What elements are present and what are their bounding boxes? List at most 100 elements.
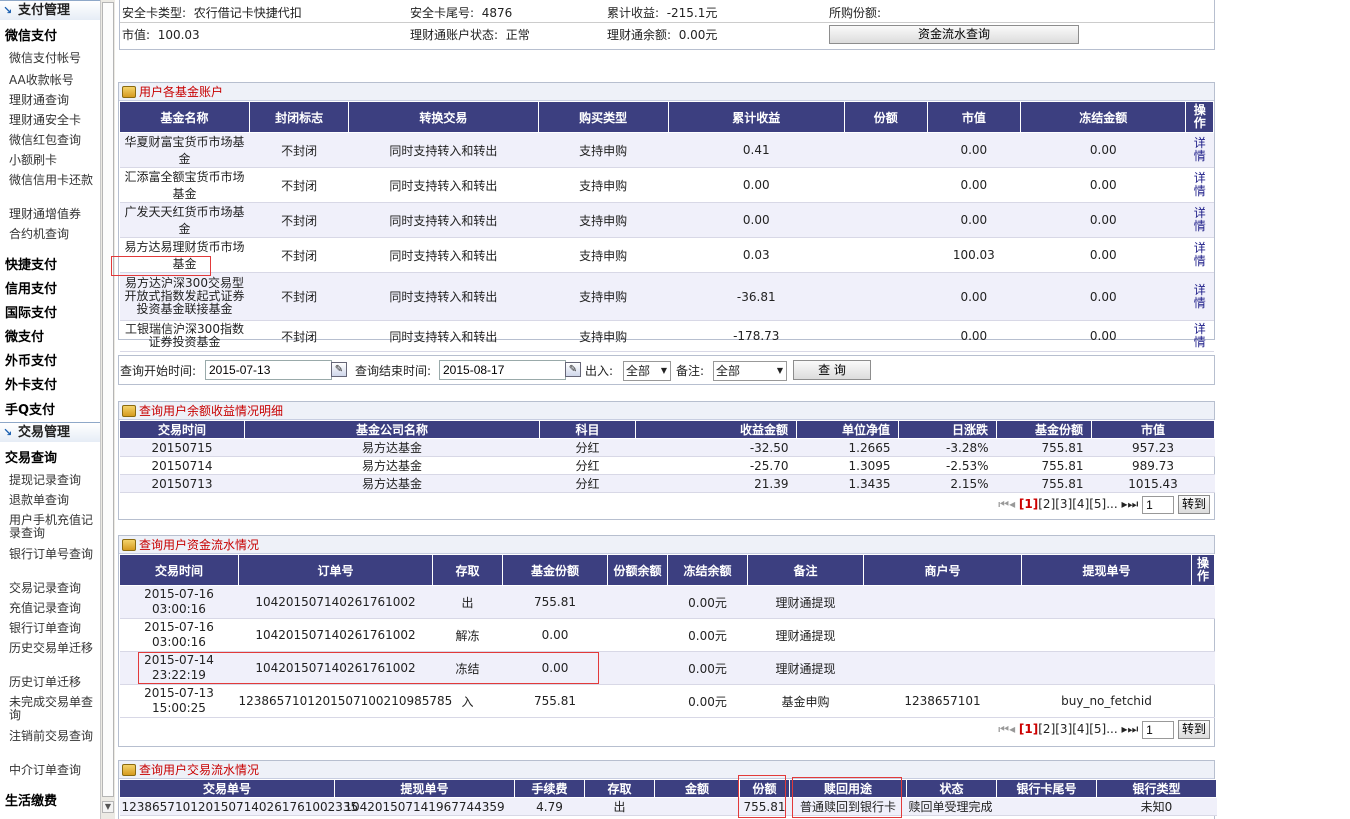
purchased-shares: 所购份额: bbox=[829, 6, 882, 20]
page-current[interactable]: [1] bbox=[1019, 497, 1038, 511]
detail-link[interactable]: 详情 bbox=[1185, 237, 1214, 273]
sidebar-item-recharge-record[interactable]: 充值记录查询 bbox=[9, 602, 97, 615]
first-prev-icon[interactable]: ⏮◂ bbox=[998, 722, 1015, 736]
go-button[interactable]: 转到 bbox=[1178, 495, 1210, 514]
menu-collapse-icon: ↘ bbox=[3, 4, 13, 17]
sidebar-item-licaitong-safecard[interactable]: 理财通安全卡 bbox=[9, 114, 97, 127]
detail-link[interactable]: 详情 bbox=[1185, 272, 1214, 321]
table-cell: 989.73 bbox=[1091, 456, 1215, 475]
trade-flow-table: 交易单号 提现单号 手续费 存取 金额 份额 赎回用途 状态 银行卡尾号 银行类型 1238657… bbox=[119, 779, 1217, 816]
table-cell: 易方达基金 bbox=[244, 474, 540, 493]
table-cell: 赎回单受理完成 bbox=[906, 797, 997, 816]
start-date-input[interactable] bbox=[205, 360, 332, 380]
table-cell: 20150713 bbox=[119, 474, 245, 493]
sidebar-item-unfinished[interactable]: 未完成交易单查询 bbox=[9, 696, 97, 722]
scrollbar-thumb[interactable] bbox=[102, 2, 114, 797]
sidebar-item-agent-order[interactable]: 中介订单查询 bbox=[9, 764, 97, 777]
table-cell: 易方达基金 bbox=[244, 456, 540, 475]
calendar-icon[interactable]: ✎ bbox=[331, 362, 347, 377]
table-cell: 0.41 bbox=[668, 132, 845, 168]
sidebar-item-before-cancel[interactable]: 注销前交易查询 bbox=[9, 730, 97, 743]
table-cell: 同时支持转入和转出 bbox=[348, 272, 539, 321]
page-input[interactable] bbox=[1142, 495, 1175, 514]
sidebar-group-quick-pay[interactable]: 快捷支付 bbox=[5, 254, 57, 273]
first-prev-icon[interactable]: ⏮◂ bbox=[998, 497, 1015, 511]
sidebar-group-credit-pay[interactable]: 信用支付 bbox=[5, 278, 57, 297]
sidebar-group-intl-pay[interactable]: 国际支付 bbox=[5, 302, 57, 321]
chevron-down-icon: ▼ bbox=[660, 366, 667, 375]
go-button[interactable]: 转到 bbox=[1178, 720, 1210, 739]
scroll-down-arrow-icon[interactable]: ▼ bbox=[102, 801, 114, 813]
sidebar-item-bank-orderno[interactable]: 银行订单号查询 bbox=[9, 548, 97, 561]
col-header: 银行卡尾号 bbox=[996, 779, 1097, 798]
sidebar-scrollbar[interactable]: ▼ bbox=[100, 0, 115, 819]
calendar-icon[interactable]: ✎ bbox=[565, 362, 581, 377]
page-links[interactable]: [2][3][4][5]... bbox=[1038, 722, 1117, 736]
sidebar-group-micro-pay[interactable]: 微支付 bbox=[5, 326, 44, 345]
sidebar-item-trade-record[interactable]: 交易记录查询 bbox=[9, 582, 97, 595]
sidebar-item-credit-repay[interactable]: 微信信用卡还款 bbox=[9, 174, 97, 187]
sidebar-item-bank-order[interactable]: 银行订单查询 bbox=[9, 622, 97, 635]
io-label: 出入: bbox=[585, 364, 614, 378]
end-date-input[interactable] bbox=[439, 360, 566, 380]
table-cell: 0.00元 bbox=[667, 618, 748, 652]
sidebar-item-small-swipe[interactable]: 小额刷卡 bbox=[9, 154, 97, 167]
fund-flow-query-button[interactable]: 资金流水查询 bbox=[829, 25, 1079, 44]
col-header: 基金公司名称 bbox=[244, 420, 540, 439]
sidebar-item-coupon[interactable]: 理财通增值券 bbox=[9, 208, 97, 221]
table-cell bbox=[1191, 618, 1215, 652]
panel-title: 查询用户资金流水情况 bbox=[119, 536, 1214, 554]
table-cell: 华夏财富宝货币市场基金 bbox=[119, 132, 250, 168]
sidebar-item-contract-phone[interactable]: 合约机查询 bbox=[9, 228, 97, 241]
sidebar-item-wechat-account[interactable]: 微信支付帐号 bbox=[9, 52, 97, 65]
query-button[interactable]: 查 询 bbox=[793, 360, 871, 380]
sidebar-item-licaitong-query[interactable]: 理财通查询 bbox=[9, 94, 97, 107]
licaitong-balance: 理财通余额: 0.00元 bbox=[607, 28, 718, 42]
sidebar-group-foreign-card[interactable]: 外卡支付 bbox=[5, 374, 57, 393]
col-header: 提现单号 bbox=[1021, 554, 1192, 586]
detail-link[interactable]: 详情 bbox=[1185, 167, 1214, 203]
table-cell: 104201507141967744359 bbox=[334, 797, 515, 816]
io-select[interactable]: 全部 ▼ bbox=[623, 361, 671, 381]
col-header: 交易单号 bbox=[119, 779, 335, 798]
sidebar-item-history-migrate[interactable]: 历史交易单迁移 bbox=[9, 642, 97, 655]
table-cell bbox=[844, 202, 928, 238]
sidebar-item-refund-query[interactable]: 退款单查询 bbox=[9, 494, 97, 507]
page-links[interactable]: [2][3][4][5]... bbox=[1038, 497, 1117, 511]
col-header: 手续费 bbox=[514, 779, 585, 798]
sidebar-group-forex-pay[interactable]: 外币支付 bbox=[5, 350, 57, 369]
sidebar-section-trade-mgmt[interactable]: ↘ 交易管理 bbox=[0, 422, 100, 442]
table-cell: 0.00 bbox=[1020, 202, 1186, 238]
table-cell: 理财通提现 bbox=[747, 585, 864, 619]
table-cell: 不封闭 bbox=[249, 320, 349, 352]
page-input[interactable] bbox=[1142, 720, 1175, 739]
table-cell: 1.3095 bbox=[796, 456, 899, 475]
sidebar-item-redpacket-query[interactable]: 微信红包查询 bbox=[9, 134, 97, 147]
sidebar-item-phone-recharge[interactable]: 用户手机充值记录查询 bbox=[9, 514, 97, 540]
note-select[interactable]: 全部 ▼ bbox=[713, 361, 787, 381]
sidebar-section-pay-mgmt[interactable]: ↘ 支付管理 bbox=[0, 0, 100, 20]
table-cell: 1238657101 bbox=[863, 684, 1022, 718]
detail-link[interactable]: 详情 bbox=[1185, 132, 1214, 168]
table-row: 华夏财富宝货币市场基金 不封闭 同时支持转入和转出 支持申购 0.41 0.00 0.00 详… bbox=[119, 132, 1214, 168]
col-header: 日涨跌 bbox=[898, 420, 997, 439]
detail-link[interactable]: 详情 bbox=[1185, 320, 1214, 352]
sidebar-item-withdraw-query[interactable]: 提现记录查询 bbox=[9, 474, 97, 487]
sidebar-group-wechat[interactable]: 微信支付 bbox=[5, 25, 57, 44]
page-current[interactable]: [1] bbox=[1019, 722, 1038, 736]
menu-collapse-icon: ↘ bbox=[3, 426, 13, 439]
sidebar-item-history-order-migrate[interactable]: 历史订单迁移 bbox=[9, 676, 97, 689]
table-cell bbox=[844, 272, 928, 321]
query-bar: 查询开始时间: ✎ 查询结束时间: ✎ 出入: 全部▼ 备注: 全部▼ 查 询 bbox=[118, 355, 1215, 385]
next-last-icon[interactable]: ▸⏭ bbox=[1122, 497, 1139, 511]
sidebar-item-aa-account[interactable]: AA收款帐号 bbox=[9, 74, 97, 87]
sidebar-group-qq-pay[interactable]: 手Q支付 bbox=[5, 399, 55, 418]
next-last-icon[interactable]: ▸⏭ bbox=[1122, 722, 1139, 736]
sidebar-group-life-pay[interactable]: 生活缴费 bbox=[5, 790, 57, 809]
table-cell: 957.23 bbox=[1091, 438, 1215, 457]
table-cell: 755.81 bbox=[502, 684, 608, 718]
sidebar-group-trade-query[interactable]: 交易查询 bbox=[5, 447, 57, 466]
detail-link[interactable]: 详情 bbox=[1185, 202, 1214, 238]
table-cell: 同时支持转入和转出 bbox=[348, 202, 539, 238]
table-cell: 2015-07-16 03:00:16 bbox=[119, 618, 239, 652]
